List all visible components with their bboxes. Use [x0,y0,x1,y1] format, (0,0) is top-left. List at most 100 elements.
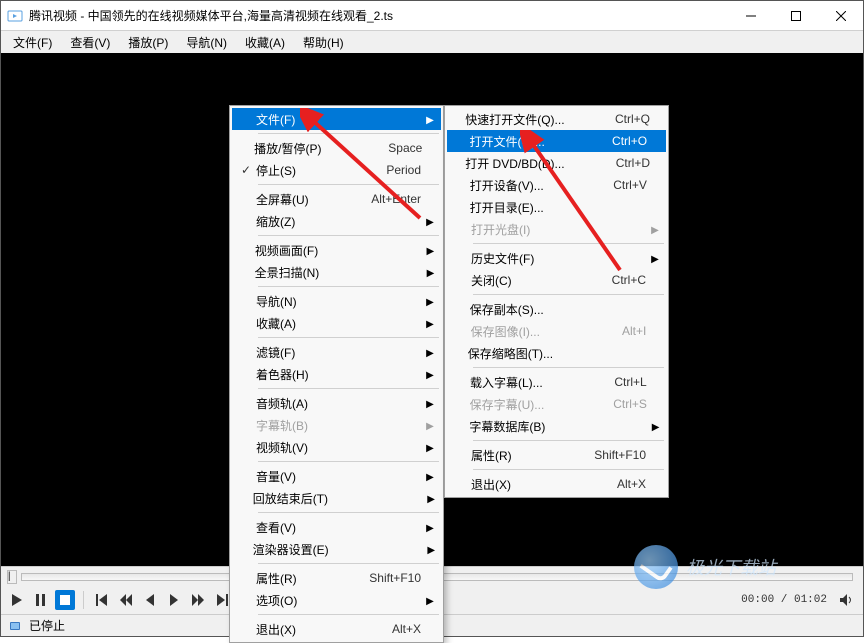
ctx-file-label: 文件(F) [256,111,343,128]
step-forward-button[interactable] [188,590,208,610]
sub-openfile[interactable]: 打开文件(O)...Ctrl+O [447,130,666,152]
sub-savethumb[interactable]: 保存缩略图(T)... [447,342,666,364]
sub-properties-label: 属性(R) [471,447,568,464]
play-button[interactable] [7,590,27,610]
ctx-separator [258,512,439,513]
chevron-right-icon: ▶ [427,494,435,505]
ctx-videotrack[interactable]: 视频轨(V)▶ [232,436,441,458]
sub-opendisc-label: 打开光盘(I) [471,221,568,238]
sub-subdb[interactable]: 字幕数据库(B)▶ [447,415,666,437]
app-icon [7,8,23,24]
sub-saveimg-shortcut: Alt+I [570,324,648,338]
ctx-volume-label: 音量(V) [256,468,343,485]
step-back-button[interactable] [116,590,136,610]
rewind-button[interactable] [140,590,160,610]
ctx-volume[interactable]: 音量(V) ▶ [232,465,441,487]
ctx-fullscreen[interactable]: 全屏幕(U)Alt+Enter [232,188,441,210]
ctx-panscan[interactable]: 全景扫描(N)▶ [232,261,441,283]
ctx-view-label: 查看(V) [256,519,343,536]
sub-opendevice[interactable]: 打开设备(V)...Ctrl+V [447,174,666,196]
menu-play[interactable]: 播放(P) [120,32,176,53]
ctx-stop[interactable]: ✓停止(S)Period [232,159,441,181]
ctx-stop-label: 停止(S) [256,162,343,179]
ctx-separator [258,337,439,338]
titlebar[interactable]: 腾讯视频 - 中国领先的在线视频媒体平台,海量高清视频在线观看_2.ts [1,1,863,31]
forward-button[interactable] [164,590,184,610]
chevron-right-icon: ▶ [426,472,434,483]
ctx-separator [258,461,439,462]
close-button[interactable] [818,1,863,30]
status-text: 已停止 [29,617,65,634]
sub-opendir[interactable]: 打开目录(E)... [447,196,666,218]
sub-savesub-shortcut: Ctrl+S [574,397,649,411]
stop-button[interactable] [55,590,75,610]
chevron-right-icon: ▶ [426,596,434,607]
ctx-options[interactable]: 选项(O) ▶ [232,589,441,611]
sub-quickopen[interactable]: 快速打开文件(Q)...Ctrl+Q [447,108,666,130]
sub-quickopen-label: 快速打开文件(Q)... [465,111,594,128]
ctx-renderer[interactable]: 渲染器设置(E)▶ [232,538,441,560]
status-icon [7,618,23,634]
ctx-properties-shortcut: Shift+F10 [343,571,423,585]
ctx-playpause[interactable]: 播放/暂停(P)Space [232,137,441,159]
chevron-right-icon: ▶ [651,225,659,236]
skip-back-button[interactable] [92,590,112,610]
menu-file[interactable]: 文件(F) [5,32,60,53]
ctx-exit[interactable]: 退出(X)Alt+X [232,618,441,640]
sub-loadsub-shortcut: Ctrl+L [573,375,649,389]
chevron-right-icon: ▶ [426,319,434,330]
chevron-right-icon: ▶ [426,217,434,228]
sub-savesub: 保存字幕(U)...Ctrl+S [447,393,666,415]
ctx-options-label: 选项(O) [256,592,343,609]
sub-close-label: 关闭(C) [471,272,568,289]
maximize-button[interactable] [773,1,818,30]
mute-button[interactable] [837,590,857,610]
minimize-button[interactable] [728,1,773,30]
ctx-separator [473,243,664,244]
ctx-shader[interactable]: 着色器(H)▶ [232,363,441,385]
context-menu-main: 文件(F)▶ 播放/暂停(P)Space ✓停止(S)Period 全屏幕(U)… [229,105,444,643]
sub-properties[interactable]: 属性(R)Shift+F10 [447,444,666,466]
ctx-audiotrack-label: 音频轨(A) [256,395,343,412]
ctx-fav-label: 收藏(A) [256,315,343,332]
menu-help[interactable]: 帮助(H) [295,32,352,53]
chevron-right-icon: ▶ [427,545,435,556]
ctx-separator [473,294,664,295]
seek-start-marker[interactable]: ▏ [7,570,17,584]
ctx-separator [258,563,439,564]
menu-fav[interactable]: 收藏(A) [237,32,293,53]
menu-view[interactable]: 查看(V) [62,32,118,53]
ctx-filter-label: 滤镜(F) [256,344,343,361]
sub-savesub-label: 保存字幕(U)... [470,396,575,413]
ctx-afterplay[interactable]: 回放结束后(T)▶ [232,487,441,509]
sub-opendevice-shortcut: Ctrl+V [574,178,649,192]
ctx-zoom-label: 缩放(Z) [256,213,343,230]
sub-openfile-shortcut: Ctrl+O [575,134,649,148]
ctx-videoframe[interactable]: 视频画面(F)▶ [232,239,441,261]
ctx-stop-shortcut: Period [343,163,423,177]
sub-exit-shortcut: Alt+X [568,477,648,491]
ctx-view[interactable]: 查看(V)▶ [232,516,441,538]
sub-opendvd[interactable]: 打开 DVD/BD(D)...Ctrl+D [447,152,666,174]
sub-close[interactable]: 关闭(C)Ctrl+C [447,269,666,291]
sub-exit-label: 退出(X) [471,476,568,493]
sub-loadsub[interactable]: 载入字幕(L)...Ctrl+L [447,371,666,393]
ctx-fav[interactable]: 收藏(A) ▶ [232,312,441,334]
sub-savecopy-label: 保存副本(S)... [470,301,574,318]
ctx-nav[interactable]: 导航(N)▶ [232,290,441,312]
menu-nav[interactable]: 导航(N) [178,32,235,53]
ctx-separator [473,469,664,470]
ctx-file[interactable]: 文件(F)▶ [232,108,441,130]
ctx-properties[interactable]: 属性(R)Shift+F10 [232,567,441,589]
chevron-right-icon: ▶ [426,443,434,454]
ctx-audiotrack[interactable]: 音频轨(A)▶ [232,392,441,414]
pause-button[interactable] [31,590,51,610]
sub-subdb-label: 字幕数据库(B) [469,418,575,435]
ctx-zoom[interactable]: 缩放(Z) ▶ [232,210,441,232]
sub-history[interactable]: 历史文件(F)▶ [447,247,666,269]
sub-exit[interactable]: 退出(X)Alt+X [447,473,666,495]
context-menu-file: 快速打开文件(Q)...Ctrl+Q 打开文件(O)...Ctrl+O 打开 D… [444,105,669,498]
menubar: 文件(F) 查看(V) 播放(P) 导航(N) 收藏(A) 帮助(H) [1,31,863,53]
ctx-filter[interactable]: 滤镜(F)▶ [232,341,441,363]
sub-savecopy[interactable]: 保存副本(S)... [447,298,666,320]
